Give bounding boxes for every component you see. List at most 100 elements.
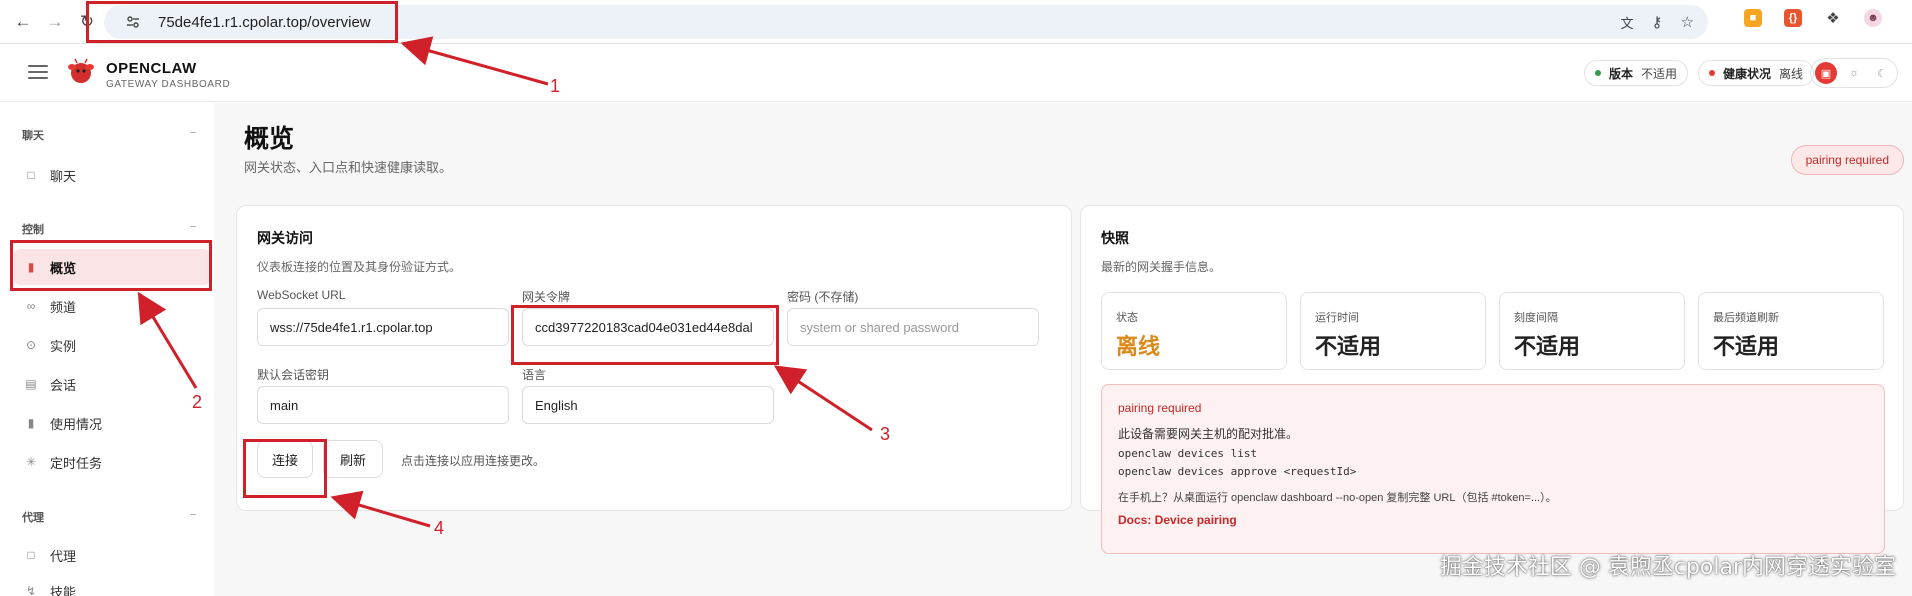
session-key-input[interactable] <box>257 386 509 424</box>
stat-value: 不适用 <box>1315 334 1382 359</box>
collapse-icon[interactable]: − <box>190 509 196 521</box>
stat-last-channel-refresh: 最后频道刷新 不适用 <box>1698 292 1884 370</box>
sidebar-item-sessions[interactable]: ▤ 会话 <box>14 366 210 402</box>
page-subtitle: 网关状态、入口点和快速健康读取。 <box>244 160 453 175</box>
annotation-number: 4 <box>434 518 445 538</box>
theme-switcher: ▣ ☼ ☾ <box>1810 58 1898 88</box>
annotation-number: 1 <box>550 76 561 96</box>
password-input[interactable] <box>787 308 1039 346</box>
link-icon: ∞ <box>26 299 36 313</box>
monitor-icon[interactable]: ▣ <box>1815 62 1837 84</box>
app-header: OPENCLAW GATEWAY DASHBOARD 版本 不适用 健康状况 离… <box>0 44 1912 102</box>
connect-hint: 点击连接以应用连接更改。 <box>401 454 546 468</box>
health-pill: 健康状况 离线 <box>1697 60 1814 86</box>
collapse-icon[interactable]: − <box>190 127 196 139</box>
annotation-number: 3 <box>880 424 891 444</box>
arrow-left-icon[interactable]: ← <box>10 9 36 35</box>
loader-icon: ✳ <box>25 455 37 469</box>
stat-label: 状态 <box>1116 312 1138 324</box>
site-settings-icon[interactable] <box>126 15 148 29</box>
status-dot-green <box>1594 70 1601 76</box>
arrow-right-icon[interactable]: → <box>42 9 68 35</box>
version-label: 版本 <box>1608 66 1633 81</box>
stat-label: 运行时间 <box>1315 312 1359 324</box>
sidebar-item-channels[interactable]: ∞ 频道 <box>14 288 210 324</box>
sidebar-item-overview[interactable]: ▮ 概览 <box>14 249 210 285</box>
browser-toolbar: ← → ↻ 75de4fe1.r1.cpolar.top/overview 文 … <box>0 0 1912 44</box>
password-label: 密码 (不存储) <box>787 290 859 304</box>
refresh-button[interactable]: 刷新 <box>323 440 383 478</box>
stat-label: 最后频道刷新 <box>1713 312 1779 324</box>
docs-device-pairing-link[interactable]: Docs: Device pairing <box>1118 513 1237 527</box>
sidebar-item-skills[interactable]: ↯ 技能 <box>14 573 210 596</box>
main-content: 概览 网关状态、入口点和快速健康读取。 pairing required 网关访… <box>214 103 1912 596</box>
watermark: 掘金技术社区 @ 袁煦丞cpolar内网穿透实验室 <box>1439 555 1896 580</box>
stat-status: 状态 离线 <box>1101 292 1287 370</box>
sidebar-item-label: 代理 <box>50 548 77 564</box>
stat-tick-interval: 刻度间隔 不适用 <box>1499 292 1685 370</box>
moon-icon[interactable]: ☾ <box>1871 62 1893 84</box>
collapse-icon[interactable]: − <box>190 221 196 233</box>
health-value: 离线 <box>1778 66 1803 81</box>
sidebar: 聊天 − □ 聊天 控制 − ▮ 概览 ∞ 频道 ⊙ 实例 ▤ 会话 ▮ 使用情… <box>0 103 214 596</box>
sidebar-item-label: 聊天 <box>50 168 77 184</box>
websocket-url-input[interactable] <box>257 308 509 346</box>
document-icon: ▤ <box>25 377 37 391</box>
stat-value: 离线 <box>1116 334 1161 359</box>
sidebar-item-label: 会话 <box>50 377 77 393</box>
sidebar-item-label: 实例 <box>50 338 77 354</box>
alert-title: pairing required <box>1118 401 1202 415</box>
brand-title: OPENCLAW <box>106 60 197 77</box>
sidebar-group-agents[interactable]: 代理 <box>22 509 44 525</box>
alert-tip: 在手机上？从桌面运行 openclaw dashboard --no-open … <box>1118 492 1557 504</box>
version-value: 不适用 <box>1640 66 1677 81</box>
folder-icon: □ <box>27 548 35 562</box>
gateway-token-label: 网关令牌 <box>522 290 571 304</box>
extension-icon-red[interactable]: {} <box>1784 9 1802 27</box>
health-label: 健康状况 <box>1722 66 1771 81</box>
stat-value: 不适用 <box>1514 334 1581 359</box>
reload-icon[interactable]: ↻ <box>74 9 100 35</box>
profile-avatar[interactable]: ☻ <box>1864 9 1882 27</box>
sidebar-item-instances[interactable]: ⊙ 实例 <box>14 327 210 363</box>
url-text[interactable]: 75de4fe1.r1.cpolar.top/overview <box>158 14 371 31</box>
sidebar-item-usage[interactable]: ▮ 使用情况 <box>14 405 210 441</box>
gateway-token-input[interactable] <box>522 308 774 346</box>
address-bar[interactable]: 75de4fe1.r1.cpolar.top/overview 文 ⚷ ☆ <box>104 5 1708 39</box>
sidebar-item-label: 频道 <box>50 299 77 315</box>
brand-subtitle: GATEWAY DASHBOARD <box>106 79 231 90</box>
translate-icon[interactable]: 文 <box>1621 13 1634 32</box>
alert-description: 此设备需要网关主机的配对批准。 <box>1118 427 1299 441</box>
card-subtitle: 最新的网关握手信息。 <box>1101 260 1222 274</box>
snapshot-card: 快照 最新的网关握手信息。 状态 离线 运行时间 不适用 刻度间隔 不适用 最后… <box>1080 205 1904 554</box>
language-select[interactable] <box>522 386 774 424</box>
sidebar-item-agents[interactable]: □ 代理 <box>14 537 210 573</box>
sidebar-item-label: 概览 <box>50 260 77 276</box>
pairing-alert: pairing required 此设备需要网关主机的配对批准。 opencla… <box>1101 384 1885 554</box>
sun-icon[interactable]: ☼ <box>1843 62 1865 84</box>
code-line: openclaw devices approve <requestId> <box>1118 465 1357 478</box>
websocket-url-label: WebSocket URL <box>257 288 346 302</box>
bolt-icon: ↯ <box>25 584 37 596</box>
broadcast-icon: ⊙ <box>25 338 37 352</box>
sidebar-group-chat[interactable]: 聊天 <box>22 127 44 143</box>
stat-uptime: 运行时间 不适用 <box>1300 292 1486 370</box>
status-dot-red <box>1708 70 1715 76</box>
sidebar-item-label: 技能 <box>50 584 77 596</box>
gateway-access-card: 网关访问 仪表板连接的位置及其身份验证方式。 WebSocket URL 网关令… <box>236 205 1072 511</box>
bar-chart-icon: ▮ <box>27 416 35 430</box>
sidebar-group-control[interactable]: 控制 <box>22 221 44 237</box>
card-title: 快照 <box>1101 230 1129 246</box>
stat-label: 刻度间隔 <box>1514 312 1558 324</box>
language-label: 语言 <box>522 368 547 382</box>
extension-icon-orange[interactable]: ■ <box>1744 9 1762 27</box>
menu-icon[interactable] <box>28 62 48 82</box>
openclaw-logo <box>66 58 96 86</box>
sidebar-item-chat[interactable]: □ 聊天 <box>14 157 210 193</box>
sidebar-item-cron[interactable]: ✳ 定时任务 <box>14 444 210 480</box>
connect-button[interactable]: 连接 <box>257 440 313 478</box>
card-title: 网关访问 <box>257 230 313 246</box>
bookmark-star-icon[interactable]: ☆ <box>1681 13 1694 31</box>
puzzle-icon[interactable]: ❖ <box>1824 9 1842 27</box>
key-icon[interactable]: ⚷ <box>1652 13 1663 31</box>
